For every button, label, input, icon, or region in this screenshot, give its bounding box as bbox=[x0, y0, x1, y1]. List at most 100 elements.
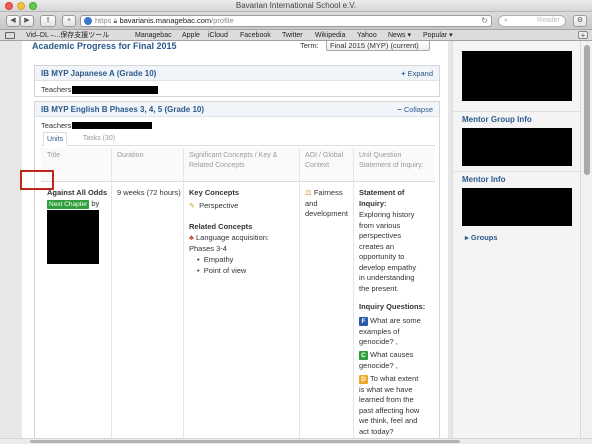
groups-label: Groups bbox=[470, 233, 498, 242]
horizontal-scrollbar[interactable] bbox=[0, 438, 592, 444]
statement-label: Statement of Inquiry: bbox=[359, 188, 405, 208]
factual-badge: F bbox=[359, 317, 368, 326]
redacted-mentor-info bbox=[462, 188, 572, 226]
reload-icon[interactable]: ↻ bbox=[481, 16, 488, 26]
vertical-scrollbar[interactable] bbox=[580, 41, 592, 438]
window-title: Bavarian International School e.V. bbox=[235, 1, 357, 10]
plus-icon: + bbox=[66, 17, 72, 24]
main-content: Academic Progress for Final 2015 Term: F… bbox=[22, 41, 448, 438]
share-icon: ⇪ bbox=[45, 17, 51, 24]
key-concepts-label: Key Concepts bbox=[189, 188, 240, 197]
redacted-teacher-name bbox=[72, 122, 152, 129]
bookmark-twitter[interactable]: Twitter bbox=[282, 30, 303, 41]
address-bar[interactable]: https 🔒︎ bavarianis.managebac.com/profil… bbox=[80, 15, 492, 27]
page-viewport: Academic Progress for Final 2015 Term: F… bbox=[0, 41, 580, 438]
redacted-mentor-group bbox=[462, 128, 572, 166]
bookmark-news[interactable]: News ▾ bbox=[388, 30, 411, 41]
forward-button[interactable]: ▶ bbox=[20, 15, 34, 27]
scrollbar-thumb[interactable] bbox=[584, 45, 590, 175]
horizontal-scrollbar-thumb[interactable] bbox=[30, 440, 460, 443]
settings-button[interactable]: ⚙ bbox=[573, 15, 587, 27]
bookmark-icloud[interactable]: iCloud bbox=[208, 30, 228, 41]
back-button[interactable]: ◀ bbox=[6, 15, 20, 27]
table-header: Title Duration Significant Concepts / Ke… bbox=[41, 148, 435, 182]
window-controls[interactable] bbox=[5, 2, 37, 10]
mentor-group-heading: Mentor Group Info bbox=[462, 115, 532, 124]
units-tab-highlight bbox=[20, 170, 54, 190]
related-sub-item: • Empathy bbox=[197, 255, 234, 264]
related-sub-item-text: Point of view bbox=[203, 266, 247, 275]
share-button[interactable]: ⇪ bbox=[40, 15, 56, 27]
close-window-icon[interactable] bbox=[5, 2, 13, 10]
minimize-window-icon[interactable] bbox=[17, 2, 25, 10]
bookmark-vid-dl[interactable]: Vid–DL –...保存支援ツール bbox=[26, 30, 109, 41]
column-header-title: Title bbox=[47, 152, 60, 159]
column-header-inquiry: Unit Question Statement of Inquiry: bbox=[359, 152, 424, 169]
pencil-icon: ✎ bbox=[189, 203, 195, 210]
term-select-value: Final 2015 (MYP) (current) bbox=[330, 41, 419, 50]
key-concept-value: Perspective bbox=[199, 201, 239, 210]
bookmarks-bar: Vid–DL –...保存支援ツール Managebac Apple iClou… bbox=[0, 30, 592, 41]
sidebar-divider bbox=[453, 111, 580, 112]
expand-button[interactable]: + Expand bbox=[401, 69, 433, 78]
column-divider bbox=[111, 148, 112, 438]
bookmark-managebac[interactable]: Managebac bbox=[135, 30, 172, 41]
unit-title-link[interactable]: Against All Odds bbox=[47, 188, 107, 199]
column-header-duration: Duration bbox=[117, 152, 144, 159]
course-panel-japanese: IB MYP Japanese A (Grade 10) + Expand Te… bbox=[34, 65, 440, 97]
debatable-badge: D bbox=[359, 375, 368, 384]
search-icon: ⌕ bbox=[504, 17, 508, 24]
collapse-label: Collapse bbox=[403, 105, 433, 114]
redacted-profile-info bbox=[462, 51, 572, 101]
related-sub-item-text: Empathy bbox=[203, 255, 234, 264]
page-title: Academic Progress for Final 2015 bbox=[32, 41, 177, 51]
people-icon: ♣ bbox=[189, 233, 194, 242]
bookmark-wikipedia[interactable]: Wikipedia bbox=[315, 30, 345, 41]
inquiry-question-f: F What are some examples of genocide? , bbox=[359, 316, 425, 348]
course-title[interactable]: IB MYP Japanese A (Grade 10) bbox=[41, 69, 156, 78]
redacted-author bbox=[47, 210, 99, 264]
term-select[interactable]: Final 2015 (MYP) (current) bbox=[326, 41, 430, 51]
column-header-concepts: Significant Concepts / Key & Related Con… bbox=[189, 152, 278, 169]
bookmark-yahoo[interactable]: Yahoo bbox=[357, 30, 377, 41]
bookmark-facebook[interactable]: Facebook bbox=[240, 30, 271, 41]
back-arrow-icon: ◀ bbox=[10, 17, 16, 24]
bookmark-popular[interactable]: Popular ▾ bbox=[423, 30, 453, 41]
next-chapter-badge: Next Chapter bbox=[47, 200, 90, 209]
course-header: IB MYP English B Phases 3, 4, 5 (Grade 1… bbox=[35, 102, 439, 117]
window-titlebar: Bavarian International School e.V. bbox=[0, 0, 592, 12]
inquiry-questions-label: Inquiry Questions: bbox=[359, 302, 426, 311]
related-concept-value: Language acquisition: Phases 3-4 bbox=[189, 233, 269, 253]
reader-button[interactable]: ⌕ Reader bbox=[498, 15, 566, 27]
tab-tasks[interactable]: Tasks (30) bbox=[79, 132, 119, 146]
reading-list-icon[interactable] bbox=[5, 32, 15, 39]
tab-units[interactable]: Units bbox=[43, 132, 67, 146]
sidebar: Mentor Group Info Mentor Info ▸ Groups bbox=[452, 41, 580, 438]
related-sub-item: • Point of view bbox=[197, 266, 247, 275]
related-concepts-label: Related Concepts bbox=[189, 222, 253, 231]
conceptual-badge: C bbox=[359, 351, 368, 360]
course-title[interactable]: IB MYP English B Phases 3, 4, 5 (Grade 1… bbox=[41, 105, 204, 114]
add-bookmark-icon[interactable]: + bbox=[578, 31, 588, 40]
column-divider bbox=[353, 148, 354, 438]
bookmark-apple[interactable]: Apple bbox=[182, 30, 200, 41]
url-host: bavarianis.managebac.com bbox=[119, 16, 212, 25]
unit-by-label: by bbox=[91, 199, 100, 208]
key-concept-item: ✎ Perspective bbox=[189, 201, 238, 212]
new-tab-button[interactable]: + bbox=[62, 15, 76, 27]
reader-label: Reader bbox=[537, 17, 560, 24]
statement-text: Exploring history from various perspecti… bbox=[359, 210, 417, 293]
groups-link[interactable]: ▸ Groups bbox=[465, 233, 498, 242]
tab-tasks-label: Tasks (30) bbox=[82, 135, 116, 142]
collapse-button[interactable]: − Collapse bbox=[397, 105, 433, 114]
url-path: /profile bbox=[211, 16, 234, 25]
globe-icon bbox=[84, 17, 92, 25]
column-divider bbox=[299, 148, 300, 438]
lock-icon: 🔒︎ bbox=[113, 16, 118, 25]
teachers-label: Teachers: bbox=[41, 85, 74, 94]
global-context-item: ⚖ Fairness and development bbox=[305, 188, 351, 220]
sidebar-divider bbox=[453, 171, 580, 172]
course-header: IB MYP Japanese A (Grade 10) + Expand bbox=[35, 66, 439, 81]
zoom-window-icon[interactable] bbox=[29, 2, 37, 10]
unit-badge-row: Next Chapter by bbox=[47, 199, 99, 210]
